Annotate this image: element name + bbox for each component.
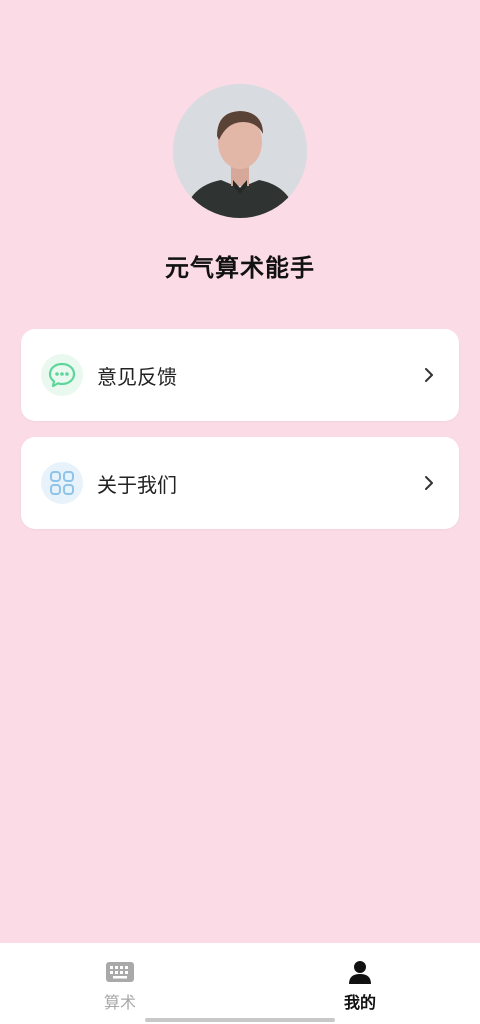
- tab-mine-label: 我的: [343, 993, 376, 1012]
- profile-header: 元气算术能手: [0, 84, 480, 283]
- chat-bubble-icon: [41, 354, 83, 396]
- avatar-photo: [173, 84, 307, 218]
- tab-arithmetic-label: 算术: [103, 993, 136, 1012]
- bottom-tab-bar: 算术 我的: [0, 943, 480, 1024]
- avatar[interactable]: [173, 84, 307, 218]
- chevron-right-icon: [425, 476, 433, 490]
- person-icon: [349, 961, 371, 984]
- tab-arithmetic[interactable]: 算术: [0, 943, 240, 1024]
- tab-mine[interactable]: 我的: [240, 943, 480, 1024]
- keyboard-icon: [106, 962, 134, 982]
- feedback-label: 意见反馈: [97, 364, 177, 389]
- about-us-menu-item[interactable]: 关于我们: [21, 437, 459, 529]
- home-indicator: [145, 1018, 335, 1022]
- about-us-label: 关于我们: [97, 472, 177, 497]
- chevron-right-icon: [425, 368, 433, 382]
- grid-icon: [41, 462, 83, 504]
- username: 元气算术能手: [165, 254, 315, 282]
- feedback-menu-item[interactable]: 意见反馈: [21, 329, 459, 421]
